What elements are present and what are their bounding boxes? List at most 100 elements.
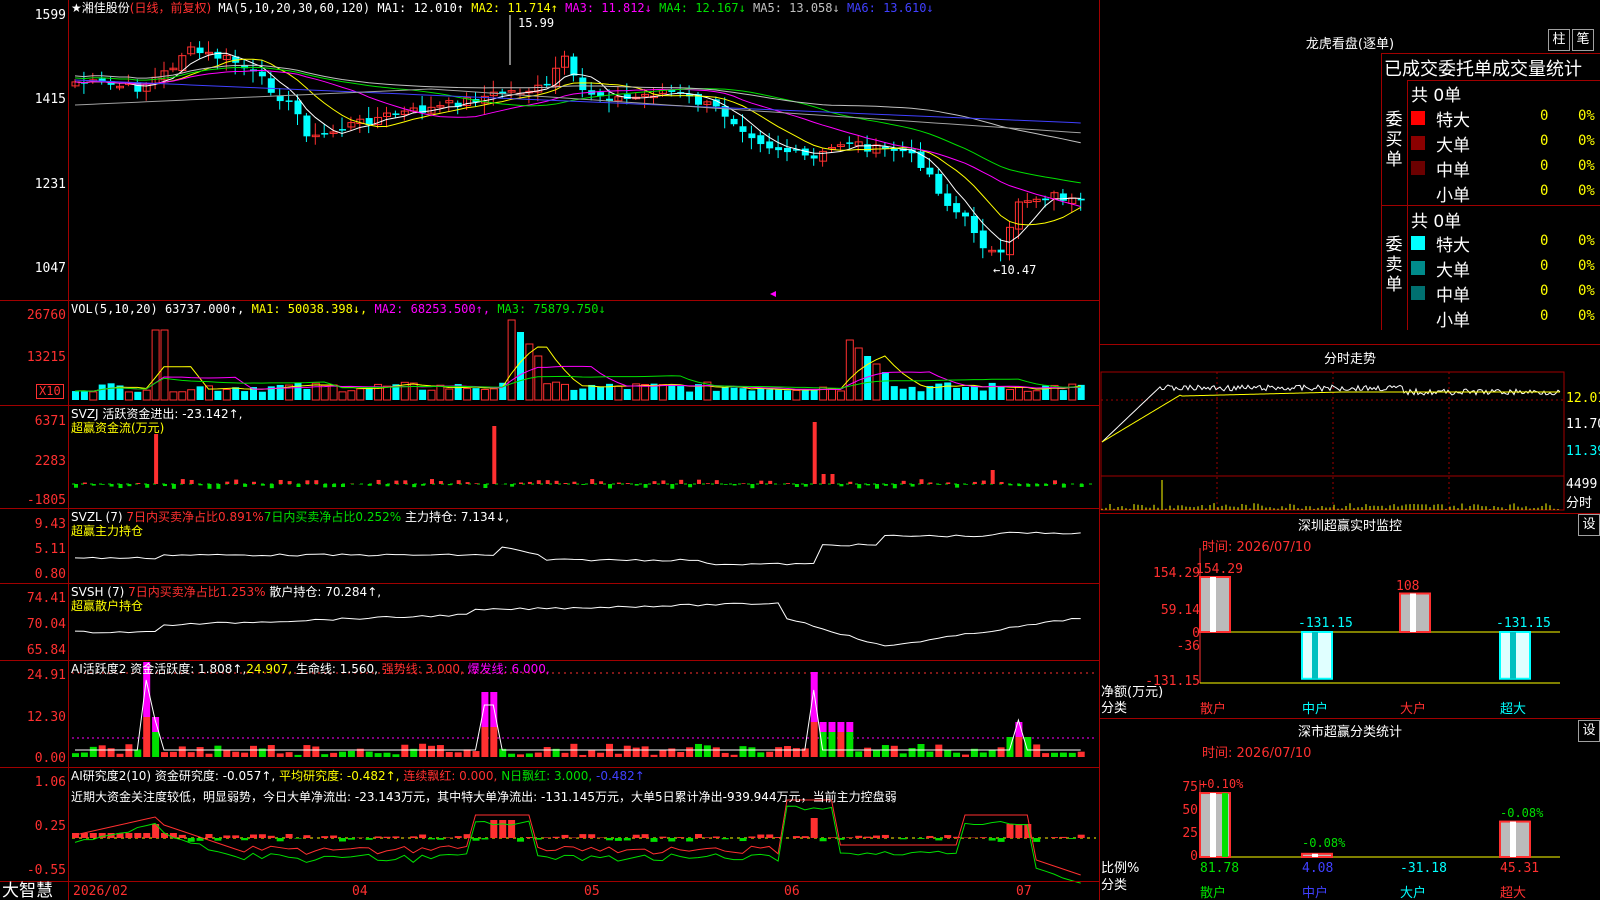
volume-bar	[944, 382, 952, 400]
period-label[interactable]: (日线，前复权)	[130, 1, 211, 15]
flow-bar	[207, 484, 212, 489]
volume-bar	[356, 388, 365, 401]
volume-bar	[329, 384, 338, 401]
candle-body	[276, 95, 284, 102]
research-bar	[508, 820, 516, 838]
flow-bar	[946, 482, 951, 484]
research-bar	[632, 834, 640, 838]
research-bar	[668, 838, 676, 842]
flow-bar	[714, 480, 719, 484]
activity-bar	[721, 752, 729, 757]
ma-value-1: MA1: 12.010↑	[377, 1, 465, 15]
candle-body	[392, 113, 400, 115]
flow-bar	[812, 422, 817, 484]
candle-body	[810, 155, 818, 159]
research-bar	[792, 836, 800, 838]
stats-settings-button[interactable]: 设	[1578, 720, 1600, 742]
flow-bar	[438, 481, 443, 484]
volume-bar	[534, 355, 543, 401]
research-bar	[205, 834, 213, 838]
activity-bar	[792, 748, 800, 757]
flow-bar	[794, 484, 799, 488]
activity-bar	[312, 746, 320, 757]
activity-bar	[392, 754, 400, 757]
monitor-y-tick: 154.29	[1153, 566, 1200, 581]
research-bar	[837, 838, 845, 840]
volume-bar	[908, 386, 916, 400]
order-percent: 0%	[1578, 108, 1595, 124]
research-bar	[330, 835, 338, 838]
activity-bar	[534, 752, 542, 757]
research-bar	[525, 836, 533, 838]
flow-bar	[1061, 484, 1066, 488]
volume-bar	[614, 385, 623, 401]
candle-body	[196, 47, 204, 54]
flow-bar	[1044, 484, 1049, 486]
bar-view-button[interactable]: 柱	[1548, 29, 1570, 51]
research-bar	[997, 838, 1005, 842]
monitor-settings-button[interactable]: 设	[1578, 514, 1600, 536]
y-tick: 2283	[34, 454, 66, 469]
activity-bar	[766, 751, 774, 757]
legend-swatch	[1411, 111, 1425, 125]
candle-body	[962, 212, 969, 217]
activity-bar-burst	[828, 722, 836, 732]
activity-bar	[481, 727, 489, 757]
activity-bar	[134, 749, 142, 757]
brand-logo[interactable]: 大智慧	[2, 882, 53, 900]
volume-bar	[409, 382, 418, 401]
flow-bar	[269, 484, 274, 489]
flow-bar	[456, 480, 461, 484]
volume-bar	[419, 389, 427, 400]
y-tick: 1599	[34, 8, 66, 23]
flow-bar	[839, 484, 844, 487]
activity-bar	[935, 744, 943, 757]
research-bar	[1033, 838, 1041, 842]
volume-bar	[517, 332, 524, 400]
volume-bar	[775, 389, 783, 400]
flow-bar	[972, 481, 977, 484]
activity-bar	[1051, 752, 1058, 757]
svzl-line2: 超赢主力持仓	[71, 524, 144, 538]
activity-bar	[988, 749, 996, 757]
candle-body	[543, 83, 551, 86]
flow-bar	[616, 482, 621, 484]
flow-bar	[999, 481, 1004, 484]
volume-bar	[953, 387, 961, 400]
activity-bar	[561, 752, 569, 757]
stats-bar-value: 81.78	[1200, 861, 1240, 876]
research-bar	[864, 836, 872, 838]
research-bar	[294, 838, 302, 839]
candle-body	[285, 100, 293, 102]
vol-ma2: MA2: 68253.500↑,	[374, 302, 491, 316]
flow-bar	[145, 484, 150, 488]
flow-bar	[1008, 484, 1013, 486]
x-label: 04	[352, 884, 368, 899]
flow-bar	[243, 484, 248, 487]
flow-bar	[759, 480, 764, 484]
volume-bar	[766, 389, 774, 400]
y-tick: 70.04	[26, 617, 66, 632]
ma-value-3: MA3: 11.812↓	[557, 1, 652, 15]
vol-unit-badge[interactable]: X10	[36, 384, 64, 399]
flow-bar	[180, 479, 185, 484]
stats-tabs[interactable]: 已成交委托单成交量统计	[1384, 55, 1600, 81]
stats-category: 散户	[1200, 886, 1227, 900]
y-tick: 24.91	[26, 668, 66, 683]
chart-canvas[interactable]	[0, 0, 1100, 900]
flow-bar	[910, 484, 915, 487]
stats-category: 大户	[1400, 886, 1427, 900]
legend-swatch	[1411, 261, 1425, 275]
svsh-c: 散户持仓: 70.284↑,	[269, 585, 382, 599]
activity-bar	[962, 754, 969, 757]
y-tick: 12.30	[26, 710, 66, 725]
stock-title[interactable]: ★湘佳股份	[71, 1, 130, 15]
activity-bar	[223, 750, 231, 757]
research-bar	[614, 838, 622, 841]
flow-bar	[848, 481, 853, 484]
flow-bar	[1053, 480, 1057, 484]
activity-bar	[339, 751, 346, 757]
research-bar	[935, 838, 943, 841]
y-tick: 0.80	[34, 567, 66, 582]
tick-view-button[interactable]: 笔	[1572, 29, 1594, 51]
